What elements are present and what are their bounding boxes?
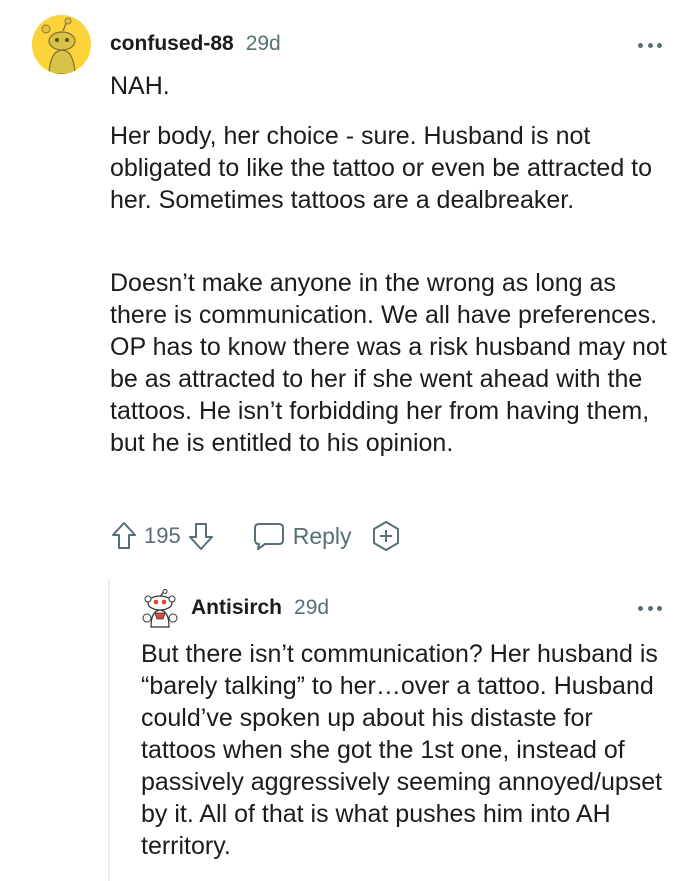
dot-icon	[657, 42, 662, 48]
comment-actions: 195 Reply	[108, 518, 404, 554]
comment-paragraph: Doesn’t make anyone in the wrong as long…	[110, 269, 667, 457]
comment-author[interactable]: confused-88	[110, 32, 234, 56]
upvote-arrow-icon	[112, 522, 136, 549]
award-button[interactable]	[368, 518, 404, 554]
reply-body: But there isn’t communication? Her husba…	[141, 640, 663, 860]
comment-body: Doesn’t make anyone in the wrong as long…	[110, 267, 670, 459]
comment-paragraph: NAH.	[110, 72, 170, 100]
more-options-button[interactable]	[638, 41, 662, 49]
comment-body: NAH.	[110, 70, 670, 102]
downvote-arrow-icon	[188, 523, 213, 550]
dot-icon	[638, 42, 643, 48]
add-award-icon	[372, 521, 399, 551]
reply-meta: Antisirch 29d	[191, 596, 329, 620]
more-options-button[interactable]	[638, 604, 662, 612]
dot-icon	[647, 605, 653, 611]
upvote-button[interactable]	[108, 518, 140, 554]
dot-icon	[638, 605, 643, 611]
comment-paragraph: Her body, her choice - sure. Husband is …	[110, 122, 653, 214]
dot-icon	[647, 42, 653, 48]
snoo-avatar-icon	[142, 589, 178, 628]
comment-body: Her body, her choice - sure. Husband is …	[110, 120, 670, 216]
comment-age: 29d	[245, 32, 281, 55]
reply-age: 29d	[294, 596, 330, 619]
reply-author[interactable]: Antisirch	[191, 596, 282, 620]
snoo-avatar-icon	[32, 15, 91, 74]
thread-line[interactable]	[108, 578, 110, 881]
reply-label: Reply	[292, 522, 352, 549]
comment-meta: confused-88 29d	[110, 32, 281, 58]
dot-icon	[657, 605, 662, 611]
avatar[interactable]	[32, 15, 91, 74]
vote-score: 195	[144, 523, 181, 548]
reply-button[interactable]: Reply	[253, 521, 352, 551]
speech-bubble-icon	[253, 523, 284, 550]
reply-avatar[interactable]	[141, 589, 179, 629]
downvote-button[interactable]	[185, 518, 217, 554]
